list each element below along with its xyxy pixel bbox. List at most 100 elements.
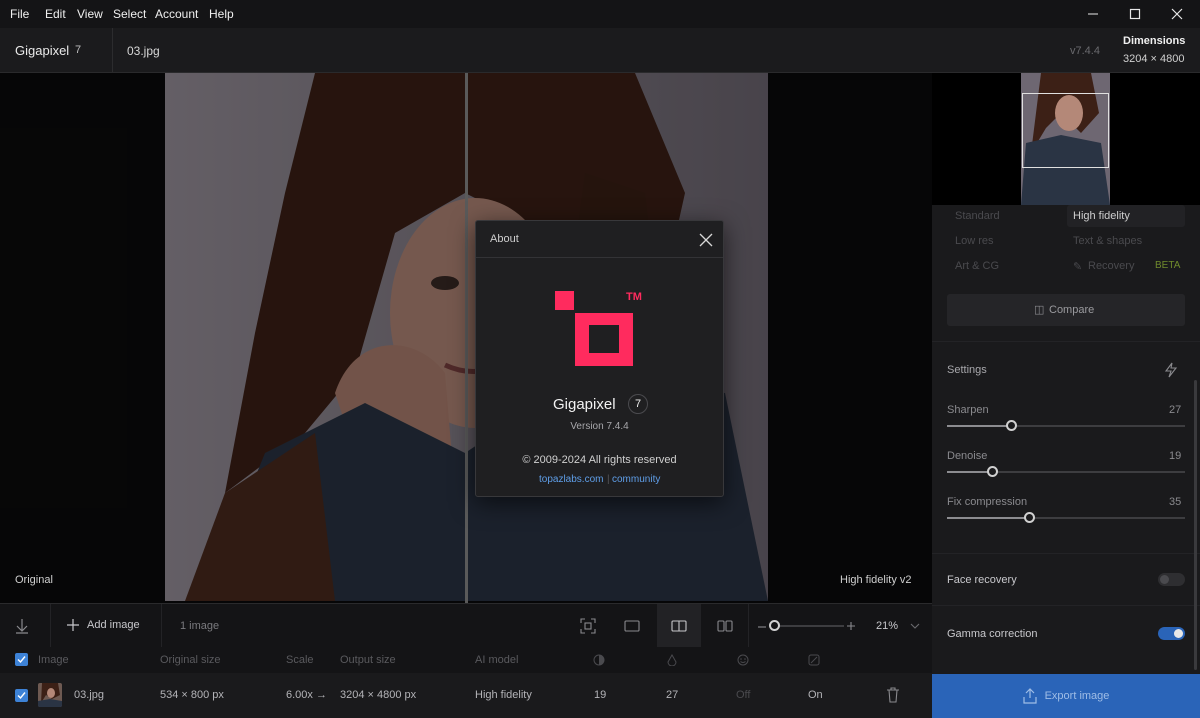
- row-output-size: 3204 × 4800 px: [340, 689, 417, 701]
- about-close-button[interactable]: [698, 232, 714, 248]
- maximize-icon: [1129, 8, 1141, 20]
- row-checkbox[interactable]: [15, 689, 28, 702]
- maximize-button[interactable]: [1112, 0, 1158, 28]
- table-header: Image Original size Scale Output size AI…: [0, 647, 932, 673]
- minimize-button[interactable]: [1070, 0, 1116, 28]
- fix-compression-slider-knob[interactable]: [1024, 512, 1035, 523]
- menu-select[interactable]: Select: [113, 7, 146, 21]
- about-version: Version 7.4.4: [570, 421, 629, 432]
- gigapixel-logo: [555, 291, 635, 367]
- col-scale: Scale: [286, 654, 314, 666]
- divider: [50, 604, 51, 648]
- divider: [112, 28, 113, 72]
- zoom-slider-knob[interactable]: [769, 620, 780, 631]
- add-image-button[interactable]: Add image: [66, 604, 156, 648]
- zoom-slider[interactable]: [770, 625, 844, 627]
- export-image-button[interactable]: Export image: [932, 674, 1200, 718]
- link-separator: |: [607, 474, 610, 485]
- row-filename: 03.jpg: [74, 689, 104, 701]
- menu-help[interactable]: Help: [209, 7, 234, 21]
- model-low-res[interactable]: Low res: [955, 235, 994, 247]
- face-recovery-toggle[interactable]: [1158, 573, 1185, 586]
- export-image-label: Export image: [1044, 690, 1110, 702]
- model-text-shapes[interactable]: Text & shapes: [1073, 235, 1142, 247]
- about-copyright: © 2009-2024 All rights reserved: [522, 454, 677, 466]
- split-view-button[interactable]: [657, 604, 701, 648]
- menu-bar: File Edit View Select Account Help: [0, 0, 1200, 28]
- compare-button[interactable]: ◫ Compare: [947, 294, 1185, 326]
- row-original-size: 534 × 800 px: [160, 689, 224, 701]
- model-recovery[interactable]: Recovery: [1088, 260, 1134, 272]
- model-high-fidelity-label: High fidelity: [1073, 210, 1130, 222]
- about-title: About: [490, 233, 519, 245]
- auto-settings-button[interactable]: [1164, 362, 1178, 378]
- menu-account[interactable]: Account: [155, 7, 198, 21]
- navigator[interactable]: [932, 73, 1200, 205]
- select-all-checkbox[interactable]: [15, 653, 28, 666]
- denoise-slider-knob[interactable]: [987, 466, 998, 477]
- title-bar: Gigapixel 7 03.jpg v7.4.4 Dimensions 320…: [0, 28, 1200, 73]
- arrow-down-icon: [16, 619, 28, 634]
- bottom-toolbar: Add image 1 image 21%: [0, 603, 932, 648]
- fix-compression-label: Fix compression: [947, 496, 1028, 508]
- panel-scrollbar[interactable]: [1194, 380, 1197, 670]
- modal-backdrop: [0, 73, 932, 603]
- sharpen-slider-knob[interactable]: [1006, 420, 1017, 431]
- row-ai-model: High fidelity: [475, 689, 532, 701]
- menu-view[interactable]: View: [77, 7, 103, 21]
- side-by-side-button[interactable]: [703, 604, 747, 648]
- check-icon: [17, 656, 26, 664]
- topazlabs-link[interactable]: topazlabs.com: [539, 474, 603, 485]
- model-standard[interactable]: Standard: [955, 210, 1000, 222]
- lightning-icon: [1164, 362, 1178, 378]
- plus-icon: [67, 619, 79, 631]
- menu-file[interactable]: File: [10, 7, 29, 21]
- community-link[interactable]: community: [612, 474, 660, 485]
- minimize-icon: [1088, 13, 1098, 15]
- table-row[interactable]: 03.jpg 534 × 800 px 6.00x → 3204 × 4800 …: [0, 673, 932, 718]
- export-icon: [1022, 688, 1037, 704]
- divider: [932, 341, 1200, 342]
- right-panel: Standard High fidelity Low res Text & sh…: [932, 73, 1200, 674]
- row-face-recovery: Off: [736, 689, 751, 701]
- compare-label: Compare: [1049, 304, 1095, 316]
- col-ai-model: AI model: [475, 654, 519, 666]
- face-recovery-label: Face recovery: [947, 574, 1017, 586]
- gamma-correction-label: Gamma correction: [947, 628, 1038, 640]
- about-dialog: About TM Gigapixel 7 Version 7.4.4 © 200…: [475, 220, 724, 497]
- model-art-cg[interactable]: Art & CG: [955, 260, 999, 272]
- col-output-size: Output size: [340, 654, 396, 666]
- collapse-button[interactable]: [0, 604, 44, 648]
- preview-canvas[interactable]: Original High fidelity v2: [0, 73, 932, 603]
- menu-edit[interactable]: Edit: [45, 7, 66, 21]
- beta-badge: BETA: [1155, 260, 1181, 271]
- chevron-down-icon[interactable]: [910, 622, 920, 630]
- gamma-correction-toggle[interactable]: [1158, 627, 1185, 640]
- sharpen-value: 27: [1169, 404, 1182, 416]
- row-thumbnail: [38, 683, 62, 707]
- sharpen-col-icon: [667, 654, 677, 666]
- single-view-button[interactable]: [610, 604, 654, 648]
- zoom-out-icon[interactable]: [757, 622, 767, 632]
- focus-icon: [580, 618, 596, 634]
- fit-view-button[interactable]: [566, 604, 610, 648]
- navigator-viewport[interactable]: [1022, 93, 1109, 168]
- settings-title: Settings: [947, 364, 987, 376]
- version-badge: 7: [628, 394, 648, 414]
- processed-label: High fidelity v2: [840, 574, 912, 586]
- divider: [161, 604, 162, 648]
- close-button[interactable]: [1154, 0, 1200, 28]
- zoom-in-icon[interactable]: [846, 621, 856, 631]
- sharpen-slider-fill: [947, 425, 1012, 427]
- single-view-icon: [624, 620, 640, 632]
- close-icon: [699, 233, 713, 247]
- image-count: 1 image: [180, 620, 220, 632]
- denoise-value: 19: [1169, 450, 1182, 462]
- about-header: About: [476, 221, 723, 258]
- file-tab[interactable]: 03.jpg: [127, 44, 160, 58]
- delete-row-button[interactable]: [885, 686, 901, 704]
- compare-icon: ◫: [1034, 304, 1045, 316]
- model-high-fidelity[interactable]: High fidelity: [1067, 205, 1185, 227]
- recovery-icon: ✎: [1073, 261, 1083, 273]
- zoom-value[interactable]: 21%: [876, 620, 898, 632]
